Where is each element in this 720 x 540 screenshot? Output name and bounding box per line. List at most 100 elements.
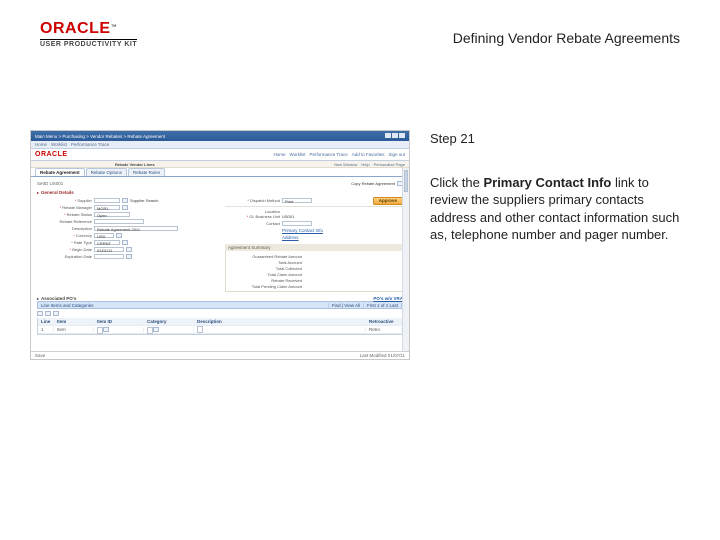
guide-panel: Step 21 Click the Primary Contact Info l… (430, 130, 685, 244)
page-title: Defining Vendor Rebate Agreements (453, 30, 680, 46)
oracle-logo-text: ORACLE (35, 151, 68, 158)
sum-received-label: Rebate Received (230, 278, 302, 283)
description-input[interactable]: Rebate Agreement 2011 (94, 226, 178, 231)
sum-pending-label: Total Pending Claim Amount (230, 284, 302, 289)
oracle-header-bar: ORACLE Home Worklist Performance Trace A… (31, 149, 409, 161)
grid-row[interactable]: 1 Item Retro (38, 326, 402, 334)
sum-guaranteed-label: Guaranteed Rebate Amount (230, 254, 302, 259)
dispatch-method-select[interactable]: Print (282, 198, 312, 203)
toolbar-item[interactable]: Worklist (51, 142, 67, 147)
page-tabs: Rebate Agreement Rebate Options Rebate R… (31, 168, 409, 177)
customize-icon[interactable] (53, 311, 59, 316)
page-head-strip: Rebate Vendor Lines New Window Help Pers… (31, 161, 409, 168)
dispatch-method-label: Dispatch Method (250, 198, 280, 203)
step-text-bold: Primary Contact Info (483, 175, 611, 190)
rebate-mgr-input[interactable]: MGR1 (94, 205, 120, 210)
grid-body: Line Item Item ID Category Description R… (37, 318, 403, 335)
lookup-icon[interactable] (103, 327, 109, 332)
tab-rebate-rules[interactable]: Rebate Rules (128, 168, 165, 176)
approve-button[interactable]: Approve (373, 197, 403, 205)
col-category[interactable]: Category (144, 319, 194, 324)
rebate-mgr-label: Rebate Manager (62, 205, 92, 210)
rebate-ref-label: Rebate Reference (60, 219, 92, 224)
expiration-date-input[interactable] (94, 254, 124, 259)
begin-date-input[interactable]: 01/01/11 (94, 247, 124, 252)
associated-pos-label: Associated PO's (41, 296, 76, 301)
cell-description-input[interactable] (197, 326, 203, 333)
sum-claim-label: Total Claim Amount (230, 272, 302, 277)
vertical-scrollbar[interactable] (402, 168, 409, 351)
cell-retro: Retro (366, 327, 402, 332)
tab-rebate-agreement[interactable]: Rebate Agreement (35, 168, 85, 176)
lookup-icon[interactable] (153, 327, 159, 332)
delete-row-icon[interactable] (45, 311, 51, 316)
grid-find[interactable]: Find | View All (329, 303, 364, 308)
lookup-icon[interactable] (116, 233, 122, 238)
section-general-details[interactable]: General Details (37, 190, 403, 195)
grid-column-headers: Line Item Item ID Category Description R… (38, 318, 402, 326)
form-area: SetID US001 Copy Rebate Agreement Genera… (31, 177, 409, 338)
rebate-ref-input[interactable] (94, 219, 144, 224)
general-left-column: *SupplierSupplier Search *Rebate Manager… (37, 197, 215, 292)
nav-worklist[interactable]: Worklist (290, 152, 306, 157)
description-label: Description (72, 226, 92, 231)
help-link[interactable]: Help (361, 162, 369, 167)
toolbar-item[interactable]: Performance Trace (71, 142, 109, 147)
sum-collected-label: Total Collected (230, 266, 302, 271)
currency-input[interactable]: USD (94, 233, 114, 238)
lookup-icon[interactable] (122, 205, 128, 210)
grid-titlebar: Line Items and Categories Find | View Al… (37, 301, 403, 309)
step-description: Click the Primary Contact Info link to r… (430, 174, 685, 244)
app-footer: Save Last Modified 01/07/11 (31, 351, 409, 359)
grid-toolbar (37, 309, 403, 318)
step-text-pre: Click the (430, 175, 483, 190)
col-item[interactable]: Item (54, 319, 94, 324)
rebate-status-label: Rebate Status (67, 212, 92, 217)
gl-bu-label: GL Business Unit (249, 214, 280, 219)
nav-home[interactable]: Home (274, 152, 286, 157)
brand-name: ORACLE (40, 20, 111, 37)
browser-toolbar: Home Worklist Performance Trace (31, 141, 409, 149)
gl-bu-value: US001 (282, 214, 294, 219)
supplier-search-link[interactable]: Supplier Search (130, 198, 158, 203)
lookup-icon[interactable] (122, 240, 128, 245)
supplier-input[interactable] (94, 198, 120, 203)
col-itemid[interactable]: Item ID (94, 319, 144, 324)
grid-range: First 1 of 1 Last (364, 303, 402, 308)
contact-input[interactable] (282, 221, 312, 226)
rate-type-label: Rate Type (74, 240, 92, 245)
nav-signout[interactable]: Sign out (388, 152, 405, 157)
add-row-icon[interactable] (37, 311, 43, 316)
calendar-icon[interactable] (126, 247, 132, 252)
pos-without-vra-link[interactable]: PO's w/o VRA (373, 296, 403, 301)
personalize-link[interactable]: Personalize Page (374, 162, 405, 167)
col-retro[interactable]: Retroactive (366, 319, 402, 324)
agreement-summary-header: Agreement Summary (225, 244, 403, 251)
app-screenshot: Main Menu > Purchasing > Vendor Rebates … (30, 130, 410, 360)
save-button[interactable]: Save (35, 353, 45, 358)
nav-fav[interactable]: Add to Favorites (352, 152, 385, 157)
col-line[interactable]: Line (38, 319, 54, 324)
lookup-icon[interactable] (122, 198, 128, 203)
window-titlebar: Main Menu > Purchasing > Vendor Rebates … (31, 131, 409, 141)
new-window-link[interactable]: New Window (334, 162, 357, 167)
agreement-summary-body: Guaranteed Rebate Amount Total Accrued T… (225, 251, 403, 292)
rate-type-input[interactable]: CRRNT (94, 240, 120, 245)
col-description[interactable]: Description (194, 319, 366, 324)
nav-perf[interactable]: Performance Trace (309, 152, 347, 157)
rebate-status-select[interactable]: Open (94, 212, 130, 217)
footer-date: Last Modified 01/07/11 (360, 353, 405, 358)
supplier-label: Supplier (77, 198, 92, 203)
brand-tm: ™ (111, 24, 117, 30)
location-label: Location (265, 209, 280, 214)
copy-agreement-link[interactable]: Copy Rebate Agreement (351, 181, 395, 186)
window-buttons[interactable] (384, 133, 405, 139)
toolbar-item[interactable]: Home (35, 142, 47, 147)
tab-rebate-options[interactable]: Rebate Options (86, 168, 127, 176)
cell-item[interactable]: Item (54, 327, 94, 332)
calendar-icon[interactable] (126, 254, 132, 259)
primary-contact-info-link[interactable]: Primary Contact Info (282, 228, 323, 233)
address-link[interactable]: Address (282, 235, 299, 240)
brand-logo: ORACLE™ USER PRODUCTIVITY KIT (40, 20, 137, 48)
component-title: Rebate Vendor Lines (115, 162, 155, 167)
